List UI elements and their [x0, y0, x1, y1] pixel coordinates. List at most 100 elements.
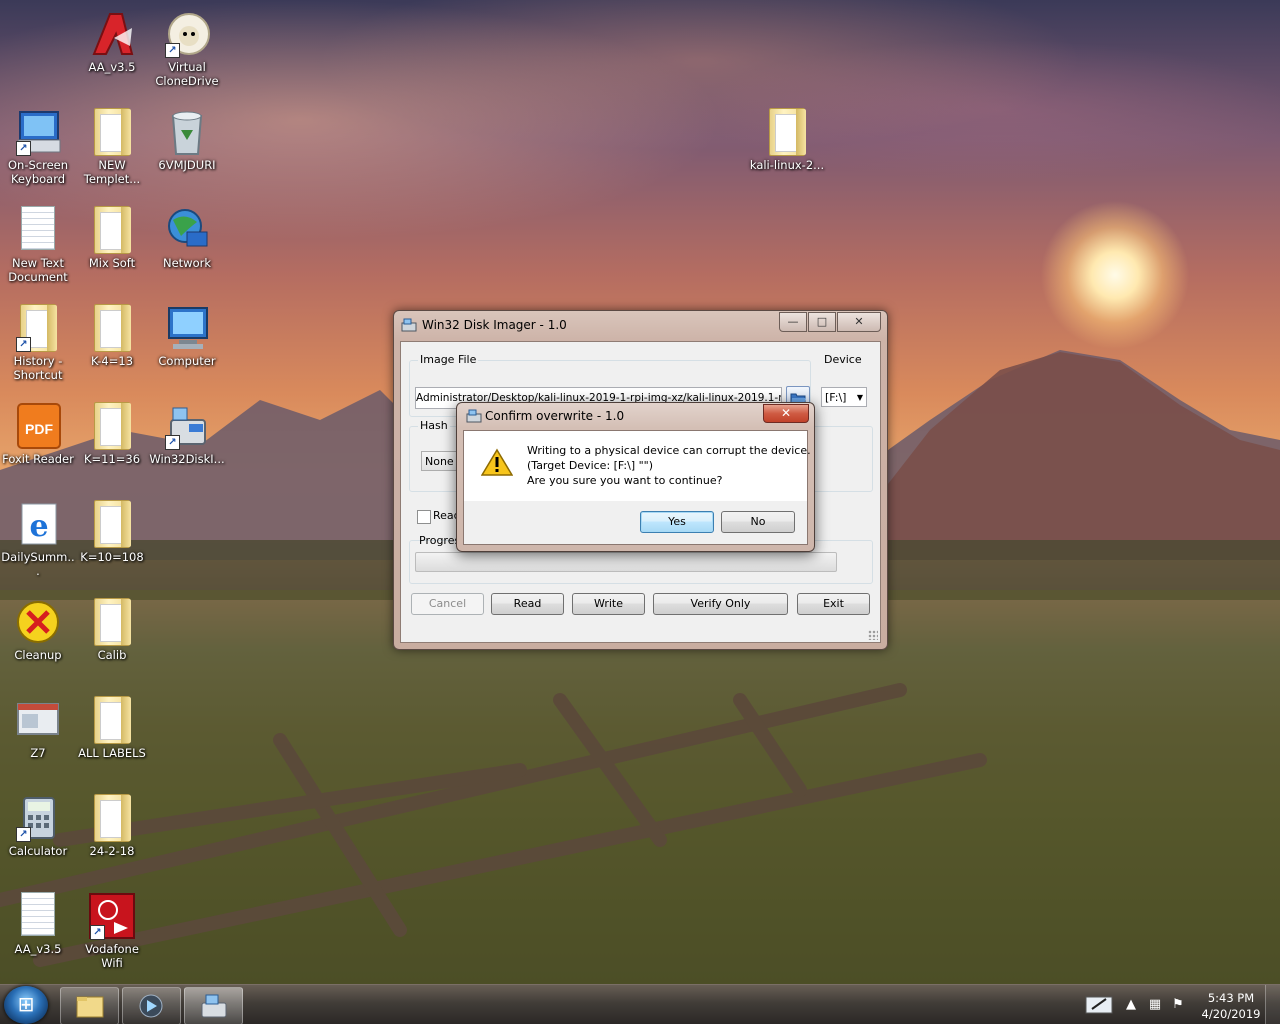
dialog-message-line: (Target Device: [F:\] "")	[527, 459, 654, 472]
internet-explorer-icon: e	[14, 500, 62, 548]
clock-time: 5:43 PM	[1207, 991, 1255, 1005]
desktop-icon[interactable]: ↗ Calculator	[0, 788, 76, 882]
cancel-button[interactable]: Cancel	[411, 593, 484, 615]
verify-only-button[interactable]: Verify Only	[653, 593, 788, 615]
disk-imager-icon: ↗	[163, 402, 211, 450]
write-button[interactable]: Write	[572, 593, 645, 615]
desktop-icon[interactable]: AA_v3.5	[74, 4, 150, 98]
desktop-icon-label: On-Screen Keyboard	[7, 158, 69, 186]
desktop-icon[interactable]: AA_v3.5	[0, 886, 76, 980]
desktop-icon[interactable]: New Text Document	[0, 200, 76, 294]
no-button[interactable]: No	[721, 511, 795, 533]
desktop-icon[interactable]: ↗ Vodafone Wifi	[74, 886, 150, 980]
clock-date: 4/20/2019	[1201, 1007, 1261, 1021]
folder-icon	[88, 696, 136, 744]
desktop-icon[interactable]: ↗ Win32DiskI...	[149, 396, 225, 490]
read-button[interactable]: Read	[491, 593, 564, 615]
taskbar-clock[interactable]: 5:43 PM 4/20/2019	[1196, 990, 1266, 1022]
desktop-icon[interactable]: Cleanup	[0, 592, 76, 686]
dialog-close-button[interactable]: ✕	[763, 404, 809, 423]
action-center-flag-icon[interactable]: ⚑	[1170, 997, 1186, 1013]
taskbar-explorer-button[interactable]	[60, 987, 119, 1024]
taskbar-media-button[interactable]	[122, 987, 181, 1024]
read-only-checkbox[interactable]	[417, 510, 431, 524]
desktop-icon[interactable]: K=10=108	[74, 494, 150, 588]
progress-bar	[415, 552, 837, 572]
dialog-client-area: Writing to a physical device can corrupt…	[463, 430, 811, 545]
yes-button[interactable]: Yes	[640, 511, 714, 533]
hash-label: Hash	[418, 419, 450, 432]
desktop-icon-label: Vodafone Wifi	[85, 942, 139, 970]
desktop-icon[interactable]: Mix Soft	[74, 200, 150, 294]
desktop-icon[interactable]: Computer	[149, 298, 225, 392]
close-button[interactable]: ✕	[837, 312, 881, 332]
desktop-icon-label: DailySumm...	[1, 550, 75, 578]
desktop-icon[interactable]: kali-linux-2...	[749, 102, 825, 196]
pen-input-icon[interactable]	[1084, 993, 1114, 1017]
desktop-icon[interactable]: Network	[149, 200, 225, 294]
desktop-icon[interactable]: PDF Foxit Reader	[0, 396, 76, 490]
desktop-icon-label: Calculator	[8, 844, 68, 858]
show-hidden-icons-icon[interactable]: ▲	[1123, 997, 1139, 1013]
desktop-icon-label: kali-linux-2...	[749, 158, 825, 172]
hash-select[interactable]: None	[421, 451, 461, 471]
desktop-icon[interactable]: 24-2-18	[74, 788, 150, 882]
desktop-icon[interactable]: ALL LABELS	[74, 690, 150, 784]
desktop-icon-label: Network	[162, 256, 212, 270]
desktop-icon[interactable]: ↗ On-Screen Keyboard	[0, 102, 76, 196]
exit-button[interactable]: Exit	[797, 593, 870, 615]
desktop-icon[interactable]: K=11=36	[74, 396, 150, 490]
warning-icon	[481, 448, 513, 476]
device-select[interactable]: [F:\] ▼	[821, 387, 867, 407]
recycle-bin-icon	[163, 108, 211, 156]
text-document-icon	[14, 206, 62, 254]
folder-icon	[88, 598, 136, 646]
confirm-overwrite-dialog[interactable]: Confirm overwrite - 1.0 ✕ Writing to a p…	[456, 402, 815, 552]
taskbar-disk-imager-button[interactable]	[184, 987, 243, 1024]
desktop-icon-label: Z7	[30, 746, 46, 760]
maximize-button[interactable]: □	[808, 312, 836, 332]
taskbar: ▲ ▦ ⚑ 5:43 PM 4/20/2019	[0, 984, 1280, 1024]
network-icon	[163, 206, 211, 254]
desktop-icon-label: AA_v3.5	[88, 60, 136, 74]
disk-imager-app-icon	[401, 318, 417, 332]
desktop-icon[interactable]: K-4=13	[74, 298, 150, 392]
cleanup-icon	[14, 598, 62, 646]
folder-icon	[88, 500, 136, 548]
desktop-icon[interactable]: 6VMJDURI	[149, 102, 225, 196]
pdf-icon: PDF	[14, 402, 62, 450]
desktop-icon-label: K=10=108	[80, 550, 144, 564]
shortcut-arrow-icon: ↗	[165, 43, 180, 58]
window-title: Win32 Disk Imager - 1.0	[422, 318, 567, 332]
desktop-icon-label: Calib	[97, 648, 127, 662]
folder-icon	[88, 794, 136, 842]
resize-grip[interactable]	[868, 630, 878, 640]
desktop-icon-label: 6VMJDURI	[158, 158, 216, 172]
desktop-icon-label: 24-2-18	[89, 844, 135, 858]
desktop-icon[interactable]: NEW Templet...	[74, 102, 150, 196]
desktop-icon[interactable]: e DailySumm...	[0, 494, 76, 588]
desktop-icon-label: Win32DiskI...	[149, 452, 225, 466]
ammyy-admin-icon	[88, 10, 136, 58]
folder-icon	[763, 108, 811, 156]
svg-text:PDF: PDF	[25, 421, 53, 437]
start-button[interactable]	[4, 986, 48, 1024]
desktop-icon[interactable]: Z7	[0, 690, 76, 784]
show-desktop-button[interactable]	[1265, 985, 1280, 1024]
keyboard-icon: ↗	[14, 108, 62, 156]
minimize-button[interactable]: —	[779, 312, 807, 332]
device-value: [F:\]	[825, 391, 847, 404]
dialog-message-line: Are you sure you want to continue?	[527, 474, 723, 487]
text-document-icon	[14, 892, 62, 940]
desktop-icon[interactable]: ↗ History - Shortcut	[0, 298, 76, 392]
desktop-icon-label: Foxit Reader	[2, 452, 74, 466]
desktop-icon-label: K-4=13	[90, 354, 134, 368]
desktop-icon-label: Computer	[158, 354, 216, 368]
folder-icon	[88, 206, 136, 254]
desktop-icon[interactable]: ↗ Virtual CloneDrive	[149, 4, 225, 98]
desktop-icon[interactable]: Calib	[74, 592, 150, 686]
shortcut-arrow-icon: ↗	[16, 827, 31, 842]
network-status-icon[interactable]: ▦	[1147, 997, 1163, 1013]
desktop-icon-label: Virtual CloneDrive	[155, 60, 219, 88]
device-label: Device	[822, 353, 864, 366]
